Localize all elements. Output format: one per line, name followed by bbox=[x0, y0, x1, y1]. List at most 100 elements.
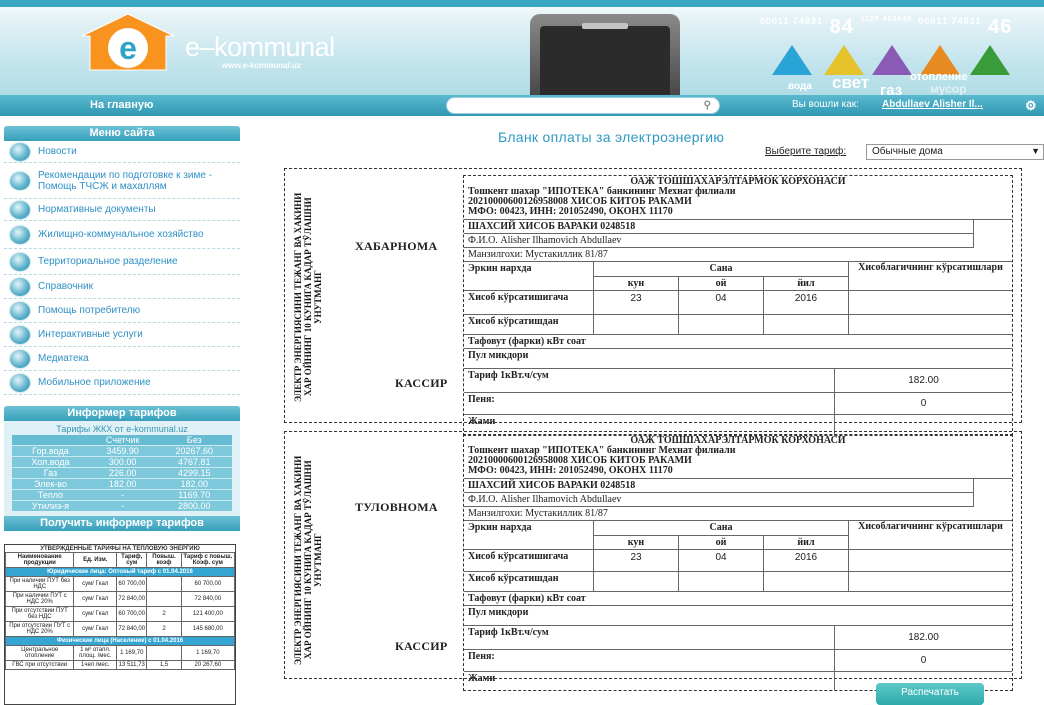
trash-icon[interactable] bbox=[970, 45, 1010, 75]
logo-house-icon[interactable]: e bbox=[78, 12, 178, 72]
form-side-text: ЭЛЕКТР ЭНЕРГИЯСИНИ ТЕЖАНГ ВА ХАКИНИ ХАР … bbox=[293, 440, 331, 680]
heat-cell: сум/ Гкал bbox=[73, 606, 118, 622]
month-value[interactable]: 04 bbox=[679, 550, 764, 571]
day-from-input[interactable] bbox=[594, 315, 679, 334]
heat-cell: При наличии ПУТ без НДС bbox=[5, 576, 75, 592]
sidebar-item-help[interactable]: Помощь потребителю bbox=[4, 299, 240, 323]
penalty-row: Пеня: 0 bbox=[464, 393, 1012, 415]
informer-cell: Гор.вода bbox=[12, 445, 89, 457]
heat-cell: При отсутствии ПУТ с НДС 20% bbox=[5, 621, 75, 637]
gas-icon[interactable] bbox=[872, 45, 912, 75]
heat-cell: 145 680,00 bbox=[180, 621, 235, 637]
heat-tariff-table: УТВЕРЖДЕННЫЕ ТАРИФЫ НА ТЕПЛОВУЮ ЭНЕРГИЮ … bbox=[4, 544, 236, 705]
informer-cell: Газ bbox=[12, 467, 89, 479]
day-value[interactable]: 23 bbox=[594, 291, 679, 314]
sidebar-item-label: Медиатека bbox=[38, 353, 89, 364]
heat-cell: 20 267,60 bbox=[180, 660, 235, 670]
sidebar-item-winter[interactable]: Рекомендации по подготовке к зиме - Помо… bbox=[4, 163, 240, 199]
side-line-2: ХАР ОЙНИНГ 10 КУНИГА КАДАР ТЎЛАШНИ УНУТМ… bbox=[303, 197, 323, 397]
informer-cell: 1169.70 bbox=[156, 489, 232, 501]
meter-to-input[interactable] bbox=[849, 550, 1012, 571]
heat-table-title: УТВЕРЖДЕННЫЕ ТАРИФЫ НА ТЕПЛОВУЮ ЭНЕРГИЮ bbox=[40, 546, 200, 552]
month-value[interactable]: 04 bbox=[679, 291, 764, 314]
sidebar-item-housing[interactable]: Жилищно-коммунальное хозяйство bbox=[4, 221, 240, 249]
util-trash-label: мусор bbox=[930, 82, 967, 95]
informer-header bbox=[12, 435, 89, 446]
get-informer-button[interactable]: Получить информер тарифов bbox=[4, 516, 240, 531]
heat-cell: ГВС при отсутствии bbox=[5, 660, 75, 670]
heat-header: Тариф с повыш. Коэф. сум bbox=[180, 552, 235, 568]
tariff-select[interactable]: Обычные дома ▼ bbox=[866, 144, 1044, 160]
sidebar-item-territory[interactable]: Территориальное разделение bbox=[4, 249, 240, 275]
meter-mid: 84 bbox=[829, 16, 854, 38]
row-to-label: Хисоб кўрсатишигача bbox=[464, 291, 594, 314]
logo-subtitle: www.e-kommunal.uz bbox=[222, 61, 301, 70]
water-icon[interactable] bbox=[772, 45, 812, 75]
sidebar-item-media[interactable]: Медиатека bbox=[4, 347, 240, 371]
territory-icon bbox=[10, 252, 30, 271]
page-title: Бланк оплаты за электроэнергию bbox=[498, 129, 725, 145]
tariff-row: Тариф 1кВт.ч/сум 182.00 bbox=[464, 626, 1012, 650]
year-from-input[interactable] bbox=[764, 315, 849, 334]
month-label: ой bbox=[679, 536, 764, 549]
heat-cell: сум/ Гкал bbox=[73, 576, 118, 592]
date-label: Сана bbox=[709, 263, 733, 274]
table-row: Хисоб кўрсатишдан bbox=[464, 572, 1012, 592]
side-line-2: ХАР ОЙНИНГ 10 КУНИГА КАДАР ТЎЛАШНИ УНУТМ… bbox=[303, 460, 323, 660]
address-field: Манзилгохи: Мустакиллик 81/87 bbox=[464, 248, 1012, 262]
sidebar-item-label: Территориальное разделение bbox=[38, 256, 178, 267]
sidebar-item-reference[interactable]: Справочник bbox=[4, 275, 240, 299]
search-icon[interactable]: ⚲ bbox=[704, 100, 711, 111]
date-label: Сана bbox=[709, 522, 733, 533]
informer-cell: 4299.15 bbox=[156, 467, 232, 479]
table-row: При отсутствии ПУТ с НДС 20% сум/ Гкал 72 … bbox=[5, 621, 235, 637]
logo-text[interactable]: e–kommunal bbox=[185, 32, 335, 63]
help-icon bbox=[10, 301, 30, 320]
meter-to-input[interactable] bbox=[849, 291, 1012, 314]
print-button[interactable]: Распечатать bbox=[876, 683, 984, 705]
year-value[interactable]: 2016 bbox=[764, 291, 849, 314]
meter-right: 00011 74831 bbox=[918, 16, 982, 26]
year-from-input[interactable] bbox=[764, 572, 849, 591]
heat-header: Повыш. коэф bbox=[146, 552, 182, 568]
rate-header: Эркин нархда bbox=[464, 521, 594, 549]
day-value[interactable]: 23 bbox=[594, 550, 679, 571]
meter-from-input[interactable] bbox=[849, 315, 1012, 334]
day-label: кун bbox=[594, 277, 679, 290]
day-from-input[interactable] bbox=[594, 572, 679, 591]
heat-cell bbox=[146, 591, 182, 607]
year-value[interactable]: 2016 bbox=[764, 550, 849, 571]
month-from-input[interactable] bbox=[679, 315, 764, 334]
informer-cell: 182.00 bbox=[88, 478, 157, 490]
sidebar-item-news[interactable]: Новости bbox=[4, 141, 240, 163]
meter-from-input[interactable] bbox=[849, 572, 1012, 591]
sidebar-item-label: Мобильное приложение bbox=[38, 377, 151, 388]
meter-small: 1125 458649 bbox=[860, 16, 912, 23]
sidebar-item-label: Новости bbox=[38, 146, 77, 157]
heat-cell bbox=[146, 576, 182, 592]
heat-cell: 72 840,00 bbox=[116, 591, 148, 607]
informer-subtitle: Тарифы ЖКХ от e-kommunal.uz bbox=[56, 424, 188, 434]
side-line-1: ЭЛЕКТР ЭНЕРГИЯСИНИ ТЕЖАНГ ВА ХАКИНИ bbox=[293, 455, 303, 665]
gear-icon[interactable]: ⚙ bbox=[1025, 98, 1037, 114]
informer-cell: 226.00 bbox=[88, 467, 157, 479]
informer-cell: 20267.60 bbox=[156, 445, 232, 457]
sidebar-item-docs[interactable]: Нормативные документы bbox=[4, 199, 240, 221]
user-link[interactable]: Abdullaev Alisher Il... bbox=[882, 99, 983, 110]
payment-document: ОАЖ ТОШШАХАРЭЛТАРМОК КОРХОНАСИ Тошкент ш… bbox=[463, 434, 1013, 691]
informer-cell: Тепло bbox=[12, 489, 89, 501]
meter-readings: 00011 74831 84 1125 458649 00011 74831 4… bbox=[760, 16, 1012, 39]
winter-icon bbox=[10, 171, 30, 190]
menu-title: Меню сайта bbox=[4, 126, 240, 141]
tariff-row: Тариф 1кВт.ч/сум 182.00 bbox=[464, 369, 1012, 393]
date-subheader: кун ой йил bbox=[594, 535, 848, 549]
tv-graphic bbox=[530, 14, 680, 95]
table-row: ГВС при отсутствии 1чел /мес. 13 511,73 1,5… bbox=[5, 660, 235, 670]
nav-home-link[interactable]: На главную bbox=[90, 99, 153, 111]
month-from-input[interactable] bbox=[679, 572, 764, 591]
sidebar-item-interactive[interactable]: Интерактивные услуги bbox=[4, 323, 240, 347]
search-input[interactable]: ⚲ bbox=[446, 97, 720, 114]
heat-cell: 60 700,00 bbox=[180, 576, 235, 592]
electricity-icon[interactable] bbox=[824, 45, 864, 75]
sidebar-item-mobile[interactable]: Мобильное приложение bbox=[4, 371, 240, 395]
